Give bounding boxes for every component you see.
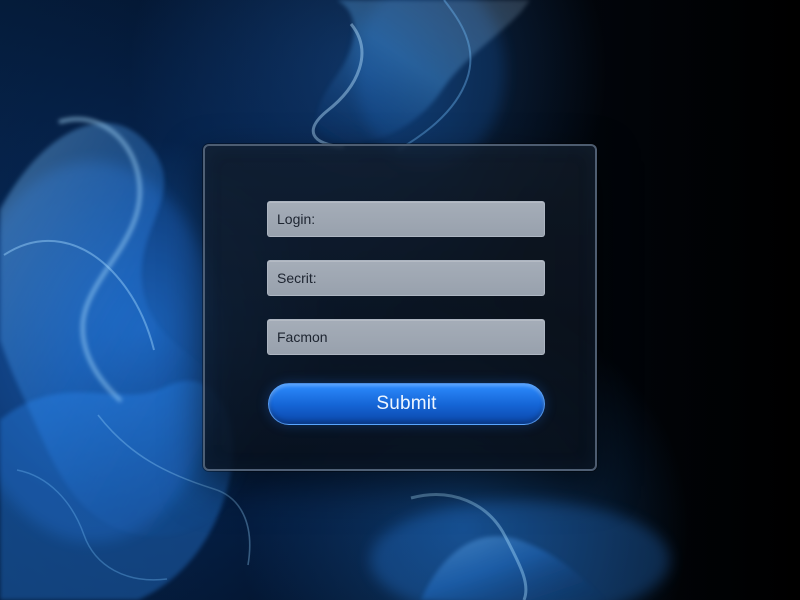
submit-button[interactable]: Submit <box>268 383 545 425</box>
login-screen: Login: Secrit: Facmon Submit <box>0 0 800 600</box>
secret-field[interactable]: Secrit: <box>267 260 545 296</box>
login-field[interactable]: Login: <box>267 201 545 237</box>
lower-left-smoke <box>0 380 234 600</box>
login-panel: Login: Secrit: Facmon Submit <box>203 144 597 471</box>
facmon-field[interactable]: Facmon <box>267 319 545 355</box>
